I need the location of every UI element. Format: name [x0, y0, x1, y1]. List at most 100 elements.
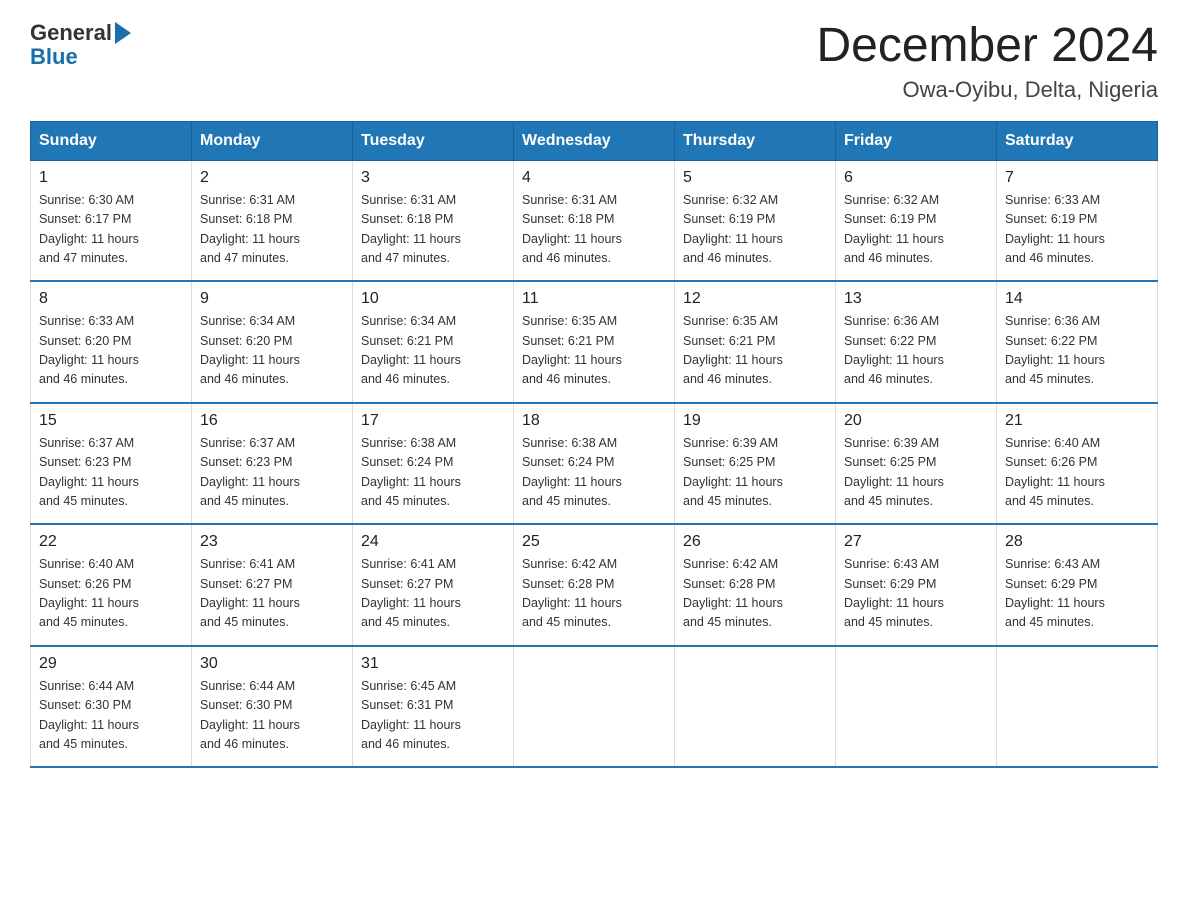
day-info: Sunrise: 6:41 AMSunset: 6:27 PMDaylight:…: [361, 555, 505, 633]
calendar-cell: 12 Sunrise: 6:35 AMSunset: 6:21 PMDayligh…: [675, 281, 836, 403]
calendar-cell: 18 Sunrise: 6:38 AMSunset: 6:24 PMDayligh…: [514, 403, 675, 525]
day-info: Sunrise: 6:40 AMSunset: 6:26 PMDaylight:…: [1005, 434, 1149, 512]
month-title: December 2024: [816, 20, 1158, 73]
header-saturday: Saturday: [997, 121, 1158, 160]
day-info: Sunrise: 6:44 AMSunset: 6:30 PMDaylight:…: [200, 677, 344, 755]
calendar-cell: 4 Sunrise: 6:31 AMSunset: 6:18 PMDaylight…: [514, 160, 675, 281]
day-number: 5: [683, 169, 827, 187]
day-number: 7: [1005, 169, 1149, 187]
logo-general-label: General: [30, 20, 112, 46]
calendar-cell: 24 Sunrise: 6:41 AMSunset: 6:27 PMDayligh…: [353, 524, 514, 646]
logo-blue-label: Blue: [30, 44, 131, 70]
calendar-cell: 25 Sunrise: 6:42 AMSunset: 6:28 PMDayligh…: [514, 524, 675, 646]
title-block: December 2024 Owa-Oyibu, Delta, Nigeria: [816, 20, 1158, 103]
logo: General Blue: [30, 20, 131, 70]
logo-triangle-icon: [115, 22, 131, 44]
day-info: Sunrise: 6:34 AMSunset: 6:21 PMDaylight:…: [361, 312, 505, 390]
day-info: Sunrise: 6:35 AMSunset: 6:21 PMDaylight:…: [683, 312, 827, 390]
day-number: 1: [39, 169, 183, 187]
day-info: Sunrise: 6:35 AMSunset: 6:21 PMDaylight:…: [522, 312, 666, 390]
day-number: 29: [39, 655, 183, 673]
calendar-table: Sunday Monday Tuesday Wednesday Thursday…: [30, 121, 1158, 769]
day-number: 30: [200, 655, 344, 673]
calendar-cell: [675, 646, 836, 768]
day-number: 12: [683, 290, 827, 308]
calendar-cell: 8 Sunrise: 6:33 AMSunset: 6:20 PMDaylight…: [31, 281, 192, 403]
day-info: Sunrise: 6:33 AMSunset: 6:20 PMDaylight:…: [39, 312, 183, 390]
calendar-cell: 15 Sunrise: 6:37 AMSunset: 6:23 PMDayligh…: [31, 403, 192, 525]
calendar-cell: 7 Sunrise: 6:33 AMSunset: 6:19 PMDaylight…: [997, 160, 1158, 281]
calendar-cell: 22Sunrise: 6:40 AMSunset: 6:26 PMDayligh…: [31, 524, 192, 646]
calendar-week-row: 29 Sunrise: 6:44 AMSunset: 6:30 PMDayligh…: [31, 646, 1158, 768]
calendar-cell: 5 Sunrise: 6:32 AMSunset: 6:19 PMDaylight…: [675, 160, 836, 281]
day-number: 16: [200, 412, 344, 430]
day-number: 25: [522, 533, 666, 551]
location-title: Owa-Oyibu, Delta, Nigeria: [816, 77, 1158, 103]
calendar-cell: 11Sunrise: 6:35 AMSunset: 6:21 PMDayligh…: [514, 281, 675, 403]
day-number: 10: [361, 290, 505, 308]
day-info: Sunrise: 6:34 AMSunset: 6:20 PMDaylight:…: [200, 312, 344, 390]
calendar-cell: 3Sunrise: 6:31 AMSunset: 6:18 PMDaylight…: [353, 160, 514, 281]
day-info: Sunrise: 6:44 AMSunset: 6:30 PMDaylight:…: [39, 677, 183, 755]
calendar-week-row: 22Sunrise: 6:40 AMSunset: 6:26 PMDayligh…: [31, 524, 1158, 646]
calendar-header-row: Sunday Monday Tuesday Wednesday Thursday…: [31, 121, 1158, 160]
calendar-cell: 1Sunrise: 6:30 AMSunset: 6:17 PMDaylight…: [31, 160, 192, 281]
calendar-cell: 16 Sunrise: 6:37 AMSunset: 6:23 PMDayligh…: [192, 403, 353, 525]
day-info: Sunrise: 6:31 AMSunset: 6:18 PMDaylight:…: [522, 191, 666, 269]
calendar-week-row: 8 Sunrise: 6:33 AMSunset: 6:20 PMDaylight…: [31, 281, 1158, 403]
day-info: Sunrise: 6:38 AMSunset: 6:24 PMDaylight:…: [361, 434, 505, 512]
day-number: 23: [200, 533, 344, 551]
calendar-week-row: 1Sunrise: 6:30 AMSunset: 6:17 PMDaylight…: [31, 160, 1158, 281]
calendar-cell: 21 Sunrise: 6:40 AMSunset: 6:26 PMDayligh…: [997, 403, 1158, 525]
header-wednesday: Wednesday: [514, 121, 675, 160]
calendar-cell: 2Sunrise: 6:31 AMSunset: 6:18 PMDaylight…: [192, 160, 353, 281]
day-number: 4: [522, 169, 666, 187]
calendar-cell: 29 Sunrise: 6:44 AMSunset: 6:30 PMDayligh…: [31, 646, 192, 768]
calendar-cell: 27Sunrise: 6:43 AMSunset: 6:29 PMDayligh…: [836, 524, 997, 646]
day-number: 18: [522, 412, 666, 430]
day-number: 19: [683, 412, 827, 430]
calendar-cell: 20Sunrise: 6:39 AMSunset: 6:25 PMDayligh…: [836, 403, 997, 525]
day-number: 17: [361, 412, 505, 430]
day-info: Sunrise: 6:45 AMSunset: 6:31 PMDaylight:…: [361, 677, 505, 755]
day-info: Sunrise: 6:36 AMSunset: 6:22 PMDaylight:…: [844, 312, 988, 390]
day-info: Sunrise: 6:33 AMSunset: 6:19 PMDaylight:…: [1005, 191, 1149, 269]
header-thursday: Thursday: [675, 121, 836, 160]
calendar-week-row: 15 Sunrise: 6:37 AMSunset: 6:23 PMDayligh…: [31, 403, 1158, 525]
day-info: Sunrise: 6:37 AMSunset: 6:23 PMDaylight:…: [39, 434, 183, 512]
day-info: Sunrise: 6:36 AMSunset: 6:22 PMDaylight:…: [1005, 312, 1149, 390]
day-info: Sunrise: 6:41 AMSunset: 6:27 PMDaylight:…: [200, 555, 344, 633]
header-sunday: Sunday: [31, 121, 192, 160]
day-number: 21: [1005, 412, 1149, 430]
day-number: 2: [200, 169, 344, 187]
day-number: 31: [361, 655, 505, 673]
calendar-cell: 9Sunrise: 6:34 AMSunset: 6:20 PMDaylight…: [192, 281, 353, 403]
header-monday: Monday: [192, 121, 353, 160]
day-number: 3: [361, 169, 505, 187]
header-friday: Friday: [836, 121, 997, 160]
day-info: Sunrise: 6:38 AMSunset: 6:24 PMDaylight:…: [522, 434, 666, 512]
day-info: Sunrise: 6:43 AMSunset: 6:29 PMDaylight:…: [844, 555, 988, 633]
calendar-cell: 6 Sunrise: 6:32 AMSunset: 6:19 PMDaylight…: [836, 160, 997, 281]
calendar-cell: 14 Sunrise: 6:36 AMSunset: 6:22 PMDayligh…: [997, 281, 1158, 403]
day-info: Sunrise: 6:39 AMSunset: 6:25 PMDaylight:…: [683, 434, 827, 512]
day-info: Sunrise: 6:32 AMSunset: 6:19 PMDaylight:…: [683, 191, 827, 269]
day-number: 28: [1005, 533, 1149, 551]
day-number: 20: [844, 412, 988, 430]
day-number: 8: [39, 290, 183, 308]
calendar-cell: [997, 646, 1158, 768]
day-info: Sunrise: 6:32 AMSunset: 6:19 PMDaylight:…: [844, 191, 988, 269]
calendar-cell: 30 Sunrise: 6:44 AMSunset: 6:30 PMDayligh…: [192, 646, 353, 768]
calendar-cell: 31 Sunrise: 6:45 AMSunset: 6:31 PMDayligh…: [353, 646, 514, 768]
day-number: 24: [361, 533, 505, 551]
calendar-cell: 17 Sunrise: 6:38 AMSunset: 6:24 PMDayligh…: [353, 403, 514, 525]
day-info: Sunrise: 6:37 AMSunset: 6:23 PMDaylight:…: [200, 434, 344, 512]
day-number: 14: [1005, 290, 1149, 308]
calendar-cell: 19 Sunrise: 6:39 AMSunset: 6:25 PMDayligh…: [675, 403, 836, 525]
day-info: Sunrise: 6:42 AMSunset: 6:28 PMDaylight:…: [683, 555, 827, 633]
day-info: Sunrise: 6:42 AMSunset: 6:28 PMDaylight:…: [522, 555, 666, 633]
day-number: 6: [844, 169, 988, 187]
day-number: 15: [39, 412, 183, 430]
logo-general-text: General: [30, 20, 131, 46]
calendar-cell: 23 Sunrise: 6:41 AMSunset: 6:27 PMDayligh…: [192, 524, 353, 646]
